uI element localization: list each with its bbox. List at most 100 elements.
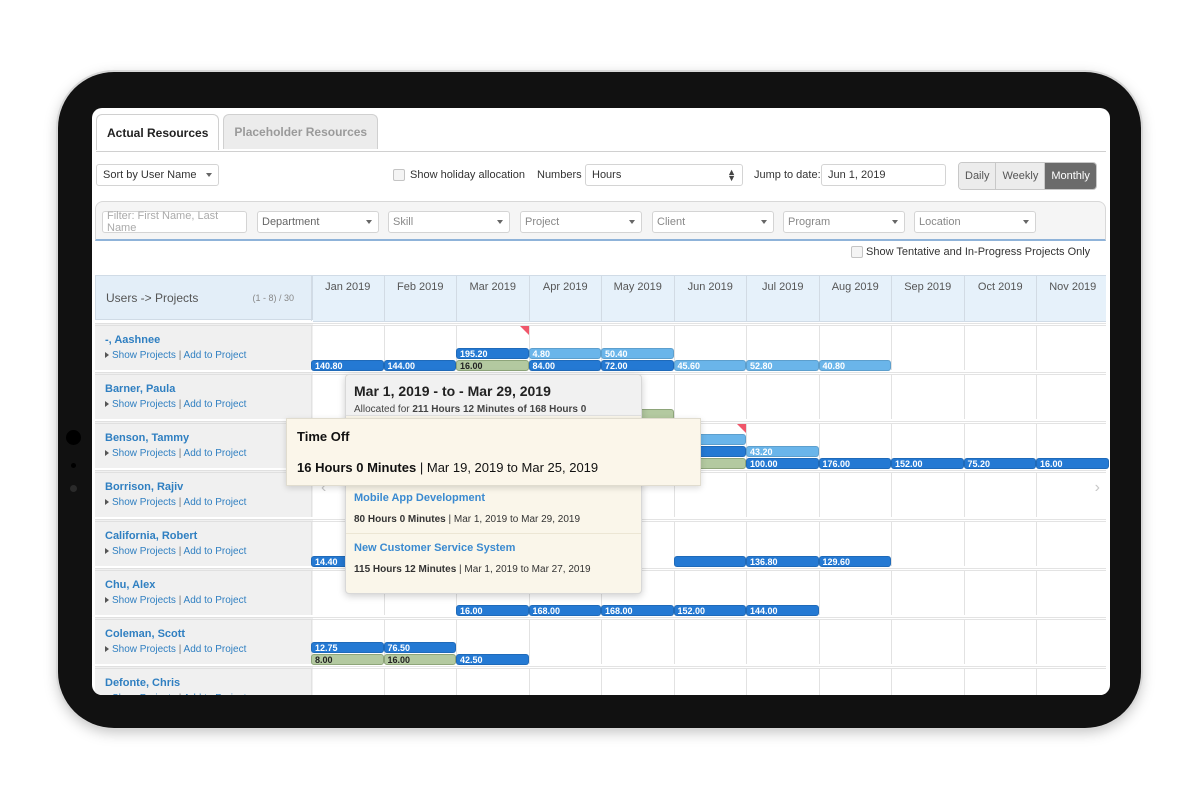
expand-triangle-icon[interactable] [105,352,109,358]
month-header-cell: Jul 2019 [746,276,819,321]
allocation-bar[interactable]: 45.60 [673,360,746,371]
show-projects-link[interactable]: Show Projects [112,497,176,508]
monthly-view-button[interactable]: Monthly [1045,163,1096,189]
time-off-detail: 16 Hours 0 Minutes | Mar 19, 2019 to Mar… [297,460,598,475]
popover-header: Mar 1, 2019 - to - Mar 29, 2019 Allocate… [346,375,641,416]
time-off-bar[interactable]: 8.00 [311,654,384,665]
month-header-cell: Feb 2019 [383,276,457,321]
jump-to-date-input[interactable]: Jun 1, 2019 [821,164,946,186]
show-projects-link[interactable]: Show Projects [112,399,176,410]
grid-line [963,326,965,370]
user-actions: Show Projects | Add to Project [105,448,246,459]
project-dates: Mar 1, 2019 to Mar 27, 2019 [464,564,591,575]
numbers-select[interactable]: Hours ▲ ▼ [585,164,743,186]
allocation-bar[interactable]: 43.20 [746,446,819,457]
updown-icon: ▲ ▼ [727,167,736,183]
allocation-bar[interactable]: 72.00 [601,360,674,371]
tab-actual-resources[interactable]: Actual Resources [96,114,220,150]
allocation-bar[interactable]: 84.00 [528,360,601,371]
allocation-bar[interactable]: 152.00 [891,458,964,469]
sort-select[interactable]: Sort by User Name [96,164,219,186]
user-name-link[interactable]: Chu, Alex [105,579,155,591]
program-select-value: Program [788,216,831,228]
holiday-allocation-checkbox[interactable] [393,169,405,181]
grid-line [456,669,457,695]
add-to-project-link[interactable]: Add to Project [184,693,247,695]
user-name-link[interactable]: Defonte, Chris [105,677,180,689]
allocation-bar[interactable]: 195.20 [456,348,529,359]
allocation-bar[interactable]: 168.00 [528,605,601,616]
allocation-bar[interactable]: 144.00 [383,360,456,371]
grid-line [891,522,892,566]
show-projects-link[interactable]: Show Projects [112,644,176,655]
add-to-project-link[interactable]: Add to Project [184,350,247,361]
location-select[interactable]: Location [914,211,1036,233]
expand-triangle-icon[interactable] [105,499,109,505]
user-name-link[interactable]: Coleman, Scott [105,628,185,640]
tentative-checkbox[interactable] [851,246,863,258]
user-row-header: Defonte, Chris Show Projects | Add to Pro… [95,666,313,695]
allocation-bar[interactable]: 16.00 [1036,458,1109,469]
user-name-link[interactable]: California, Robert [105,530,197,542]
popover-project-detail: 80 Hours 0 Minutes | Mar 1, 2019 to Mar … [354,514,581,525]
add-to-project-link[interactable]: Add to Project [184,399,247,410]
allocation-bar[interactable]: 144.00 [746,605,819,616]
show-projects-link[interactable]: Show Projects [112,546,176,557]
weekly-view-button[interactable]: Weekly [996,163,1046,189]
time-off-bar[interactable]: 16.00 [456,360,529,371]
allocation-bar[interactable]: 4.80 [528,348,601,359]
allocation-bar[interactable]: 75.20 [963,458,1036,469]
sort-select-value: Sort by User Name [103,169,197,181]
allocation-bar[interactable] [673,556,746,567]
user-row-header: California, Robert Show Projects | Add to… [95,519,313,566]
chevron-down-icon [206,173,212,177]
expand-triangle-icon[interactable] [105,548,109,554]
program-select[interactable]: Program [783,211,905,233]
allocation-bar[interactable]: 168.00 [601,605,674,616]
allocation-bar[interactable]: 100.00 [746,458,819,469]
allocation-bar[interactable]: 140.80 [311,360,384,371]
show-projects-link[interactable]: Show Projects [112,448,176,459]
expand-triangle-icon[interactable] [105,401,109,407]
user-name-link[interactable]: Borrison, Rajiv [105,481,183,493]
allocation-bar[interactable]: 42.50 [456,654,529,665]
scroll-right-icon[interactable]: › [1095,479,1100,497]
user-name-link[interactable]: Benson, Tammy [105,432,189,444]
add-to-project-link[interactable]: Add to Project [184,497,247,508]
skill-select[interactable]: Skill [388,211,510,233]
users-projects-heading: Users -> Projects [106,291,199,305]
department-select[interactable]: Department [257,211,379,233]
allocation-bar[interactable]: 16.00 [456,605,529,616]
allocation-bar[interactable]: 12.75 [311,642,384,653]
show-projects-link[interactable]: Show Projects [112,595,176,606]
grid-line [1036,669,1037,695]
allocation-bar[interactable]: 136.80 [746,556,819,567]
allocation-bar[interactable]: 50.40 [601,348,674,359]
user-name-link[interactable]: Barner, Paula [105,383,175,395]
show-projects-link[interactable]: Show Projects [112,350,176,361]
allocation-bar[interactable]: 76.50 [383,642,456,653]
tab-placeholder-resources[interactable]: Placeholder Resources [223,114,379,149]
daily-view-button[interactable]: Daily [959,163,997,189]
add-to-project-link[interactable]: Add to Project [184,644,247,655]
expand-triangle-icon[interactable] [105,646,109,652]
allocation-bar[interactable]: 152.00 [673,605,746,616]
allocation-bar[interactable]: 176.00 [818,458,891,469]
user-allocation-row: 195.20 4.80 50.40 140.80 144.00 16.00 84.00 72.… [311,323,1106,371]
add-to-project-link[interactable]: Add to Project [184,448,247,459]
expand-triangle-icon[interactable] [105,597,109,603]
allocation-bar[interactable]: 40.80 [818,360,891,371]
user-name-link[interactable]: -, Aashnee [105,334,160,346]
allocation-bar[interactable]: 52.80 [746,360,819,371]
add-to-project-link[interactable]: Add to Project [184,595,247,606]
project-select[interactable]: Project [520,211,642,233]
add-to-project-link[interactable]: Add to Project [184,546,247,557]
allocation-bar[interactable]: 129.60 [818,556,891,567]
name-filter-input[interactable]: Filter: First Name, Last Name [102,210,247,234]
client-select[interactable]: Client [652,211,774,233]
time-off-bar[interactable]: 16.00 [383,654,456,665]
expand-triangle-icon[interactable] [105,450,109,456]
show-projects-link[interactable]: Show Projects [112,693,176,695]
popover-project-name[interactable]: New Customer Service System [354,542,515,554]
popover-project-name[interactable]: Mobile App Development [354,492,485,504]
